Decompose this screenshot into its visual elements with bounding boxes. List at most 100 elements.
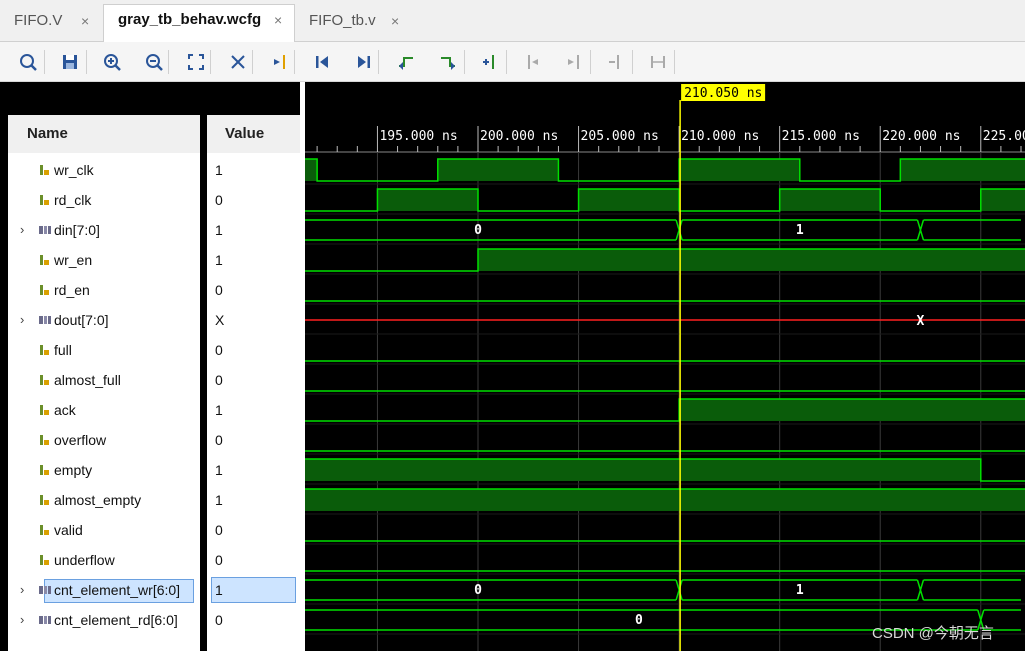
waveform-row[interactable]: X	[305, 314, 1025, 335]
save-button[interactable]	[56, 48, 84, 76]
marker-pair-button[interactable]	[644, 48, 672, 76]
waveform-row[interactable]	[305, 540, 1025, 545]
signal-name: wr_en	[54, 252, 93, 268]
expand-chevron-icon[interactable]: ›	[20, 605, 24, 635]
signal-value-cell[interactable]: 0	[207, 335, 300, 365]
previous-marker-button[interactable]	[518, 48, 546, 76]
signal-name: overflow	[54, 432, 107, 448]
signal-value-cell[interactable]: 1	[207, 215, 300, 245]
high-level-fill	[478, 249, 1025, 271]
name-column-header[interactable]: Name	[8, 115, 200, 153]
bit-signal-icon	[40, 465, 49, 475]
bus-segment	[305, 219, 683, 241]
signal-row[interactable]: overflow	[8, 425, 200, 455]
signal-row[interactable]: almost_full	[8, 365, 200, 395]
signal-value: 1	[215, 162, 223, 178]
bit-signal-icon	[40, 195, 49, 205]
bit-signal-icon	[40, 405, 49, 415]
next-marker-button[interactable]	[560, 48, 588, 76]
signal-row[interactable]: empty	[8, 455, 200, 485]
waveform-row[interactable]	[305, 188, 1025, 215]
signal-name: valid	[54, 522, 83, 538]
tab-1[interactable]: gray_tb_behav.wcfg ×	[103, 4, 295, 42]
waveform-row[interactable]	[305, 300, 1025, 305]
marker-pair-icon	[651, 56, 665, 68]
zoom-fit-icon	[188, 54, 204, 70]
signal-value-cell[interactable]: 0	[207, 605, 300, 635]
timeline-tick-label: 220.000 ns	[882, 129, 960, 144]
signal-row[interactable]: › cnt_element_wr[6:0]	[8, 575, 200, 605]
expand-chevron-icon[interactable]: ›	[20, 575, 24, 605]
zoom-out-button[interactable]	[140, 48, 168, 76]
waveform-row[interactable]	[305, 458, 1025, 485]
signal-value: 0	[215, 552, 223, 568]
signal-row[interactable]: rd_clk	[8, 185, 200, 215]
signal-value-cell[interactable]: 0	[207, 515, 300, 545]
signal-row[interactable]: › dout[7:0]	[8, 305, 200, 335]
signal-value-cell[interactable]: 1	[207, 245, 300, 275]
timeline-tick-label: 205.000 ns	[581, 129, 659, 144]
signal-row[interactable]: full	[8, 335, 200, 365]
signal-value-cell[interactable]: 0	[207, 545, 300, 575]
signal-value-cell[interactable]: 1	[207, 455, 300, 485]
add-marker-button[interactable]	[476, 48, 504, 76]
waveform-row[interactable]: 01	[305, 579, 1025, 605]
next-transition-button[interactable]	[434, 48, 462, 76]
waveform-row[interactable]	[305, 158, 1025, 185]
signal-value-cell[interactable]: 0	[207, 185, 300, 215]
signal-value-cell[interactable]: 1	[207, 155, 300, 185]
go-to-cursor-button[interactable]	[266, 48, 294, 76]
signal-row[interactable]: almost_empty	[8, 485, 200, 515]
waveform-row[interactable]	[305, 248, 1025, 275]
signal-row[interactable]: ack	[8, 395, 200, 425]
waveform-row[interactable]	[305, 360, 1025, 365]
signal-value-cell[interactable]: 0	[207, 275, 300, 305]
previous-transition-button[interactable]	[392, 48, 420, 76]
go-to-start-button[interactable]	[308, 48, 336, 76]
signal-value-cell[interactable]: 1	[207, 575, 300, 605]
bit-signal-icon	[40, 375, 49, 385]
bus-value-label: 0	[474, 583, 482, 598]
selection-highlight	[211, 577, 296, 603]
swap-cursor-button[interactable]	[224, 48, 252, 76]
waveform-row[interactable]	[305, 570, 1025, 575]
expand-chevron-icon[interactable]: ›	[20, 305, 24, 335]
tab-close-icon[interactable]: ×	[81, 6, 89, 36]
signal-row[interactable]: › cnt_element_rd[6:0]	[8, 605, 200, 635]
zoom-fit-button[interactable]	[182, 48, 210, 76]
waveform-row[interactable]	[305, 390, 1025, 395]
signal-row[interactable]: › din[7:0]	[8, 215, 200, 245]
signal-value-cell[interactable]: 0	[207, 365, 300, 395]
signal-value-list: 1 0 1 1 0 X 0 0 1 0 1 1 0 0 1 0	[207, 153, 300, 651]
expand-chevron-icon[interactable]: ›	[20, 215, 24, 245]
waveform-area[interactable]: 195.000 ns 200.000 ns 205.000 ns 210.000 ns…	[296, 82, 1025, 651]
signal-value-cell[interactable]: X	[207, 305, 300, 335]
signal-row[interactable]: underflow	[8, 545, 200, 575]
signal-row[interactable]: wr_en	[8, 245, 200, 275]
tab-2[interactable]: FIFO_tb.v ×	[295, 6, 413, 38]
tab-close-icon[interactable]: ×	[391, 6, 399, 36]
waveform-canvas[interactable]: 195.000 ns 200.000 ns 205.000 ns 210.000 ns…	[296, 82, 1025, 651]
go-to-start-icon	[316, 56, 328, 68]
tab-0[interactable]: FIFO.V ×	[0, 6, 103, 38]
zoom-in-button[interactable]	[98, 48, 126, 76]
waveform-row[interactable]	[305, 398, 1025, 425]
signal-row[interactable]: wr_clk	[8, 155, 200, 185]
tab-close-icon[interactable]: ×	[274, 5, 282, 35]
go-to-end-button[interactable]	[350, 48, 378, 76]
search-button[interactable]	[14, 48, 42, 76]
signal-name: ack	[54, 402, 76, 418]
waveform-row[interactable]	[305, 450, 1025, 455]
value-column-header[interactable]: Value	[207, 115, 300, 153]
signal-value-cell[interactable]: 1	[207, 485, 300, 515]
signal-row[interactable]: valid	[8, 515, 200, 545]
waveform-row[interactable]: 01	[305, 219, 1025, 245]
delete-marker-button[interactable]	[602, 48, 630, 76]
signal-row[interactable]: rd_en	[8, 275, 200, 305]
signal-value: X	[215, 312, 225, 328]
bus-signal-icon	[39, 316, 51, 324]
waveform-row[interactable]	[305, 488, 1025, 515]
signal-value-cell[interactable]: 0	[207, 425, 300, 455]
signal-value-cell[interactable]: 1	[207, 395, 300, 425]
bit-signal-icon	[40, 285, 49, 295]
